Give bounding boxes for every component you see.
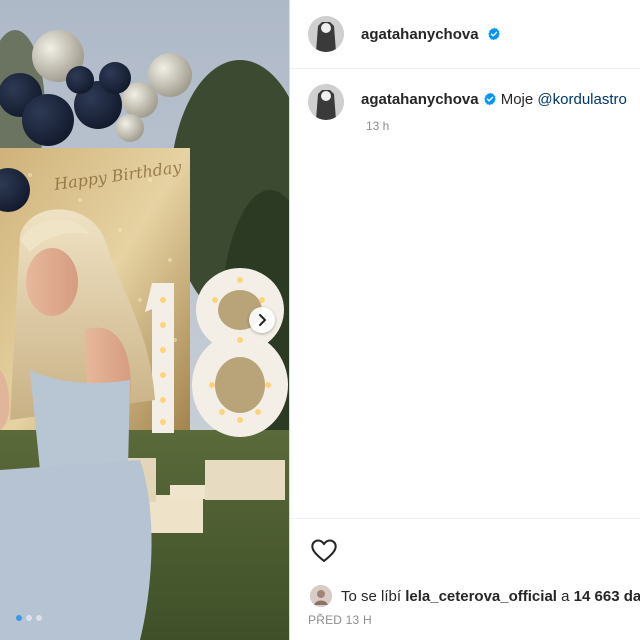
carousel-dot: [36, 615, 42, 621]
caption-text: agatahanychova Moje @kordulastro: [361, 91, 627, 108]
post-date[interactable]: PŘED 13 H: [308, 613, 372, 627]
carousel-dot: [26, 615, 32, 621]
post-media[interactable]: Happy Birthday: [0, 0, 289, 640]
carousel-next-button[interactable]: [249, 307, 275, 333]
liker-avatar[interactable]: [310, 585, 332, 607]
author-username[interactable]: agatahanychova: [361, 26, 501, 43]
caption-body: Moje: [500, 91, 534, 108]
avatar-image: [308, 84, 344, 120]
carousel-indicator: [16, 615, 42, 621]
heart-icon[interactable]: [310, 537, 338, 565]
author-username-text[interactable]: agatahanychova: [361, 26, 479, 43]
post-photo: Happy Birthday: [0, 0, 289, 640]
post-viewer: Happy Birthday agatahanychova agatahanyc…: [0, 0, 640, 640]
carousel-dot: [16, 615, 22, 621]
post-header: agatahanychova: [290, 0, 640, 69]
author-avatar[interactable]: [308, 16, 344, 52]
likes-prefix: To se líbí: [341, 587, 402, 605]
marquee-number: [145, 268, 288, 437]
verified-badge-icon: [488, 27, 500, 40]
caption-username[interactable]: agatahanychova: [361, 91, 479, 108]
post-actions: To se líbí lela_ceterova_official a 14 6…: [290, 518, 640, 640]
post-details-panel: agatahanychova agatahanychova Moje @kord…: [289, 0, 640, 640]
likes-connector: a: [561, 587, 570, 605]
liked-by-username[interactable]: lela_ceterova_official: [405, 588, 557, 605]
caption-timestamp[interactable]: 13 h: [366, 119, 389, 133]
avatar-image: [308, 16, 344, 52]
caption-mention[interactable]: @kordulastro: [537, 91, 626, 108]
verified-badge-icon: [483, 92, 496, 106]
caption-author-avatar[interactable]: [308, 84, 344, 120]
post-caption: agatahanychova Moje @kordulastro: [308, 84, 627, 120]
likes-count[interactable]: 14 663 da: [574, 588, 640, 605]
chevron-right-icon: [259, 314, 266, 326]
likes-summary: To se líbí lela_ceterova_official a 14 6…: [310, 585, 640, 607]
